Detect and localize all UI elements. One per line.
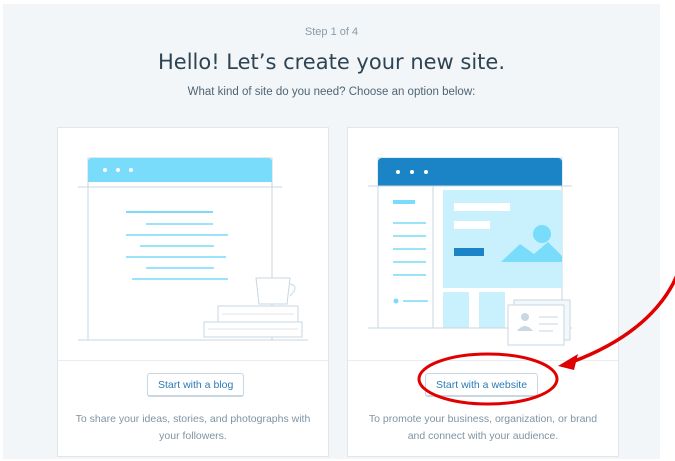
blog-option-card[interactable]: Start with a blog To share your ideas, s…: [57, 127, 329, 457]
page-subtitle: What kind of site do you need? Choose an…: [187, 86, 476, 98]
start-with-website-button[interactable]: Start with a website: [425, 373, 539, 397]
page-title: Hello! Let’s create your new site.: [157, 50, 505, 74]
website-option-card[interactable]: Start with a website To promote your bus…: [347, 127, 619, 457]
step-indicator: Step 1 of 4: [304, 26, 359, 38]
start-with-blog-button[interactable]: Start with a blog: [147, 373, 245, 397]
website-illustration: [368, 157, 572, 346]
blog-illustration: [78, 157, 308, 341]
card-divider: [58, 360, 328, 361]
blog-option-description: To share your ideas, stories, and photog…: [75, 413, 311, 442]
card-divider: [348, 360, 618, 361]
website-option-description: To promote your business, organization, …: [368, 413, 598, 442]
